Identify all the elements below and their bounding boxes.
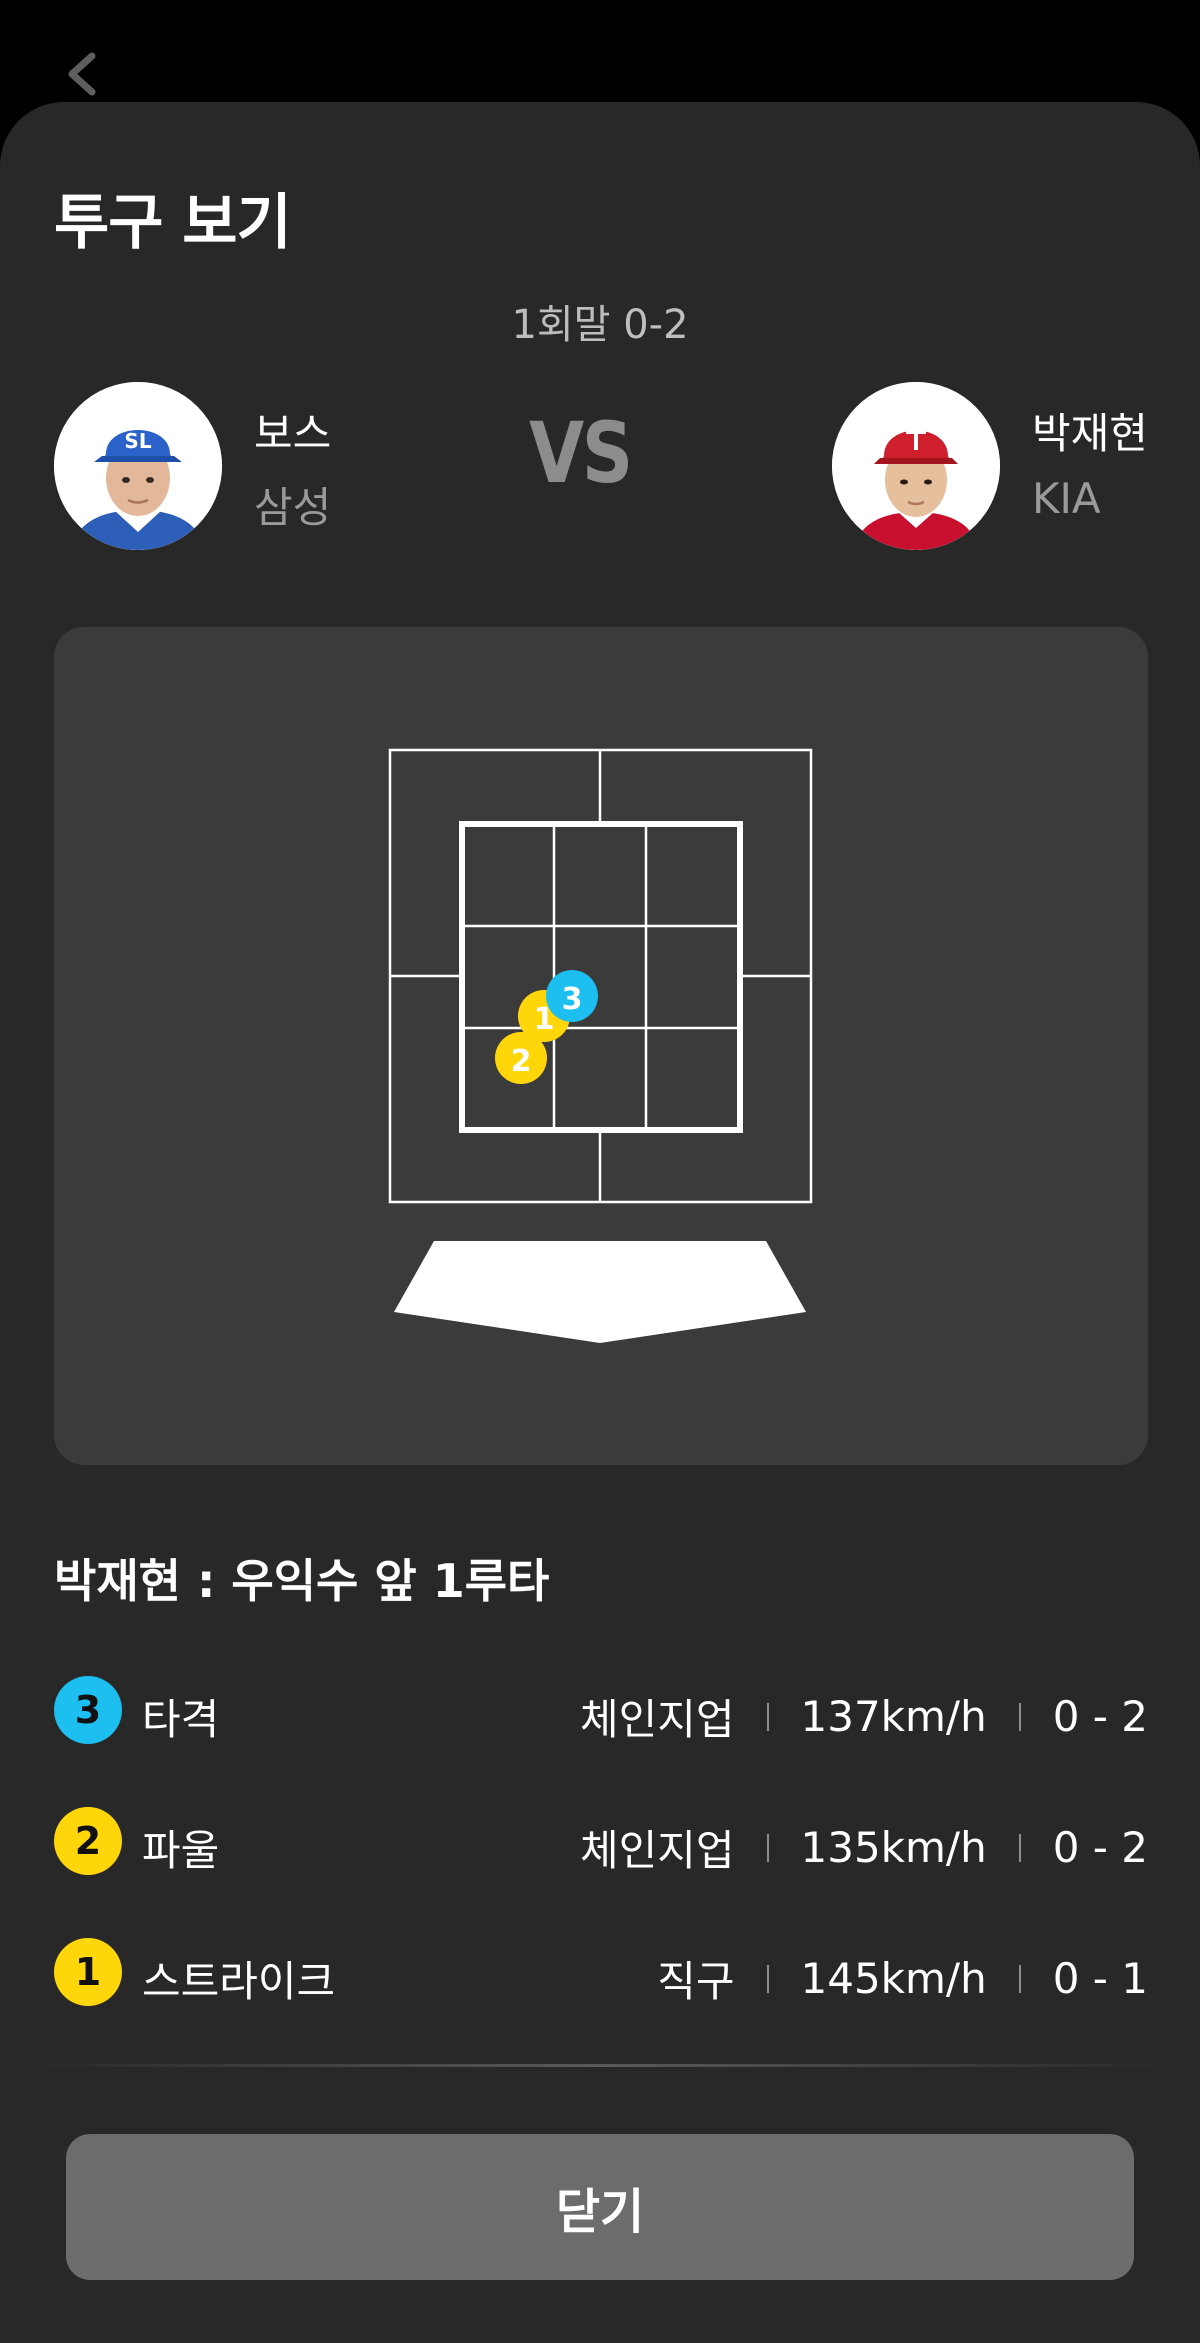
pitch-speed: 135km/h [800,1823,987,1872]
chevron-left-icon [68,52,96,96]
outer-zone [388,748,813,1204]
batter-name: 박재현 [1032,409,1148,458]
pitch-number-badge: 1 [54,1938,122,2006]
home-plate [394,1241,806,1343]
batter-avatar [832,382,1000,550]
separator [1018,1833,1021,1862]
pitch-row: 3 타격 체인지업 137km/h 0 - 2 [54,1676,1148,1746]
pitch-count: 0 - 2 [1052,1692,1148,1741]
pitch-speed: 137km/h [800,1692,987,1741]
pitcher-avatar: SL [54,382,222,550]
pitch-result: 스트라이크 [142,1957,336,2006]
close-button[interactable]: 닫기 [66,2134,1134,2280]
pitch-view-sheet: 투구 보기 1회말 0-2 SL 보스 삼성 VS 박재현 KIA 1 2 3 … [0,102,1200,2343]
pitch-marker-3: 3 [546,970,598,1022]
sheet-title: 투구 보기 [54,188,292,258]
pitcher-name: 보스 [254,409,332,458]
strike-zone-panel: 1 2 3 [54,627,1148,1465]
pitch-type: 체인지업 [579,1826,735,1875]
strike-zone-diagram: 1 2 3 [388,748,813,1343]
pitch-marker-2: 2 [495,1032,547,1084]
separator [766,1833,769,1862]
strike-zone-grid [459,821,743,1133]
back-button[interactable] [60,52,104,96]
inning-score: 1회말 0-2 [511,302,689,348]
at-bat-result: 박재현 : 우익수 앞 1루타 [54,1554,550,1608]
separator [766,1702,769,1731]
pitch-number-badge: 3 [54,1676,122,1744]
separator [1018,1964,1021,1993]
pitch-result: 파울 [142,1826,220,1875]
divider [30,2064,1170,2067]
pitch-result: 타격 [142,1695,220,1744]
svg-text:SL: SL [124,429,151,453]
separator [766,1964,769,1993]
pitch-number-badge: 2 [54,1807,122,1875]
pitch-marker-2-number: 2 [511,1044,532,1079]
batter-team: KIA [1032,474,1101,523]
pitch-type: 직구 [657,1957,735,2006]
pitcher-team: 삼성 [254,483,332,532]
pitch-row: 2 파울 체인지업 135km/h 0 - 2 [54,1807,1148,1877]
vs-label: VS [529,404,633,502]
pitch-speed: 145km/h [800,1954,987,2003]
separator [1018,1702,1021,1731]
pitch-row: 1 스트라이크 직구 145km/h 0 - 1 [54,1938,1148,2008]
pitch-count: 0 - 2 [1052,1823,1148,1872]
pitch-type: 체인지업 [579,1695,735,1744]
pitch-count: 0 - 1 [1052,1954,1148,2003]
pitch-marker-3-number: 3 [562,982,583,1017]
